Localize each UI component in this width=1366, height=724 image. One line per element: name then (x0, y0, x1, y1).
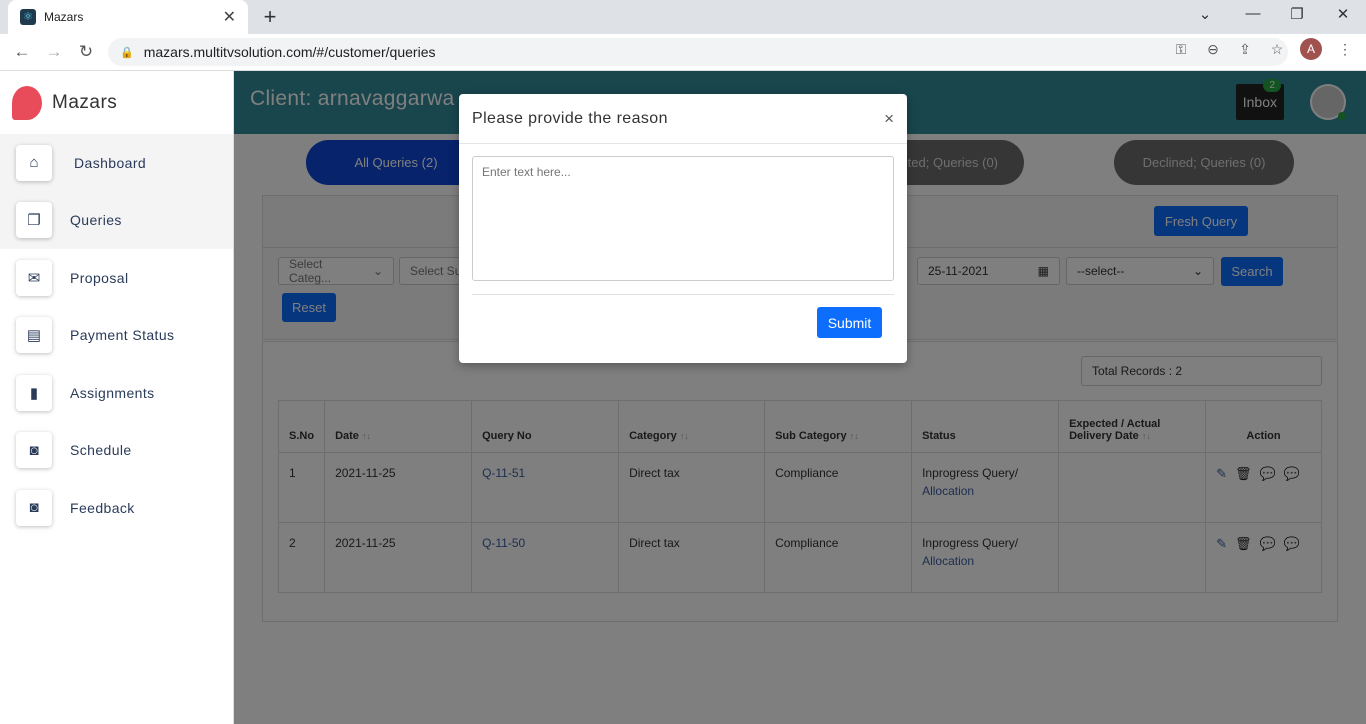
url-bar[interactable]: 🔒 mazars.multitvsolution.com/#/customer/… (108, 38, 1288, 66)
sidebar-item-payment-status[interactable]: ▤ Payment Status (0, 307, 233, 365)
browser-tab[interactable]: ⚛ Mazars ✕ (8, 0, 248, 34)
sidebar-item-label: Assignments (70, 384, 155, 401)
zoom-icon[interactable]: ⊖ (1204, 41, 1222, 58)
sidebar-item-label: Queries (70, 212, 122, 229)
sidebar-item-feedback[interactable]: ◙ Feedback (0, 479, 233, 537)
sidebar-item-label: Proposal (70, 269, 129, 286)
url-text: mazars.multitvsolution.com/#/customer/qu… (143, 44, 436, 60)
sidebar-item-dashboard[interactable]: ⌂ Dashboard (0, 134, 233, 192)
sidebar-item-schedule[interactable]: ◙ Schedule (0, 422, 233, 480)
bookmark-star-icon[interactable]: ☆ (1268, 41, 1286, 58)
key-icon[interactable]: ⚿ (1172, 41, 1190, 58)
mazars-logo (12, 85, 42, 120)
close-tab-icon[interactable]: ✕ (223, 7, 236, 27)
rss-icon: ◙ (16, 489, 52, 526)
home-icon: ⌂ (16, 144, 52, 181)
envelope-icon: ✉ (16, 259, 52, 296)
sidebar-item-label: Feedback (70, 499, 135, 516)
restore-icon[interactable]: ❐ (1285, 5, 1309, 23)
modal-title: Please provide the reason (472, 109, 668, 127)
submit-button[interactable]: Submit (817, 307, 882, 338)
sidebar-item-queries[interactable]: ❐ Queries (0, 191, 233, 249)
back-icon[interactable]: ← (11, 42, 33, 62)
browser-tab-strip: ⚛ Mazars ✕ + ⌄ — ❐ ✕ (0, 0, 1366, 34)
new-tab-icon[interactable]: + (258, 4, 282, 30)
sidebar: Mazars ⌂ Dashboard ❐ Queries ✉ Proposal … (0, 71, 234, 724)
sidebar-item-label: Payment Status (70, 327, 175, 344)
tab-search-icon[interactable]: ⌄ (1193, 5, 1217, 23)
address-bar-row: ← → ↻ 🔒 mazars.multitvsolution.com/#/cus… (0, 34, 1366, 71)
reason-modal: Please provide the reason × Submit (459, 94, 907, 363)
lock-icon[interactable]: 🔒 (120, 46, 134, 59)
close-icon[interactable]: × (884, 109, 894, 129)
brand[interactable]: Mazars (0, 71, 233, 134)
document-icon: ▤ (16, 317, 52, 354)
reload-icon[interactable]: ↻ (75, 42, 97, 62)
tab-title: Mazars (44, 10, 84, 24)
sidebar-item-label: Schedule (70, 442, 132, 459)
file-icon: ▮ (16, 374, 52, 411)
modal-divider (472, 294, 894, 295)
react-favicon-icon: ⚛ (20, 9, 36, 25)
menu-icon[interactable]: ⋮ (1336, 41, 1354, 58)
rss-icon: ◙ (16, 432, 52, 469)
minimize-icon[interactable]: — (1241, 5, 1265, 22)
sidebar-item-assignments[interactable]: ▮ Assignments (0, 364, 233, 422)
sidebar-item-proposal[interactable]: ✉ Proposal (0, 249, 233, 307)
profile-avatar[interactable]: A (1300, 38, 1322, 60)
sidebar-item-label: Dashboard (74, 154, 147, 171)
copy-icon: ❐ (16, 202, 52, 239)
close-window-icon[interactable]: ✕ (1331, 5, 1355, 23)
brand-name: Mazars (52, 91, 118, 113)
reason-textarea[interactable] (472, 156, 894, 281)
share-icon[interactable]: ⇪ (1236, 41, 1254, 58)
forward-icon[interactable]: → (43, 42, 65, 62)
